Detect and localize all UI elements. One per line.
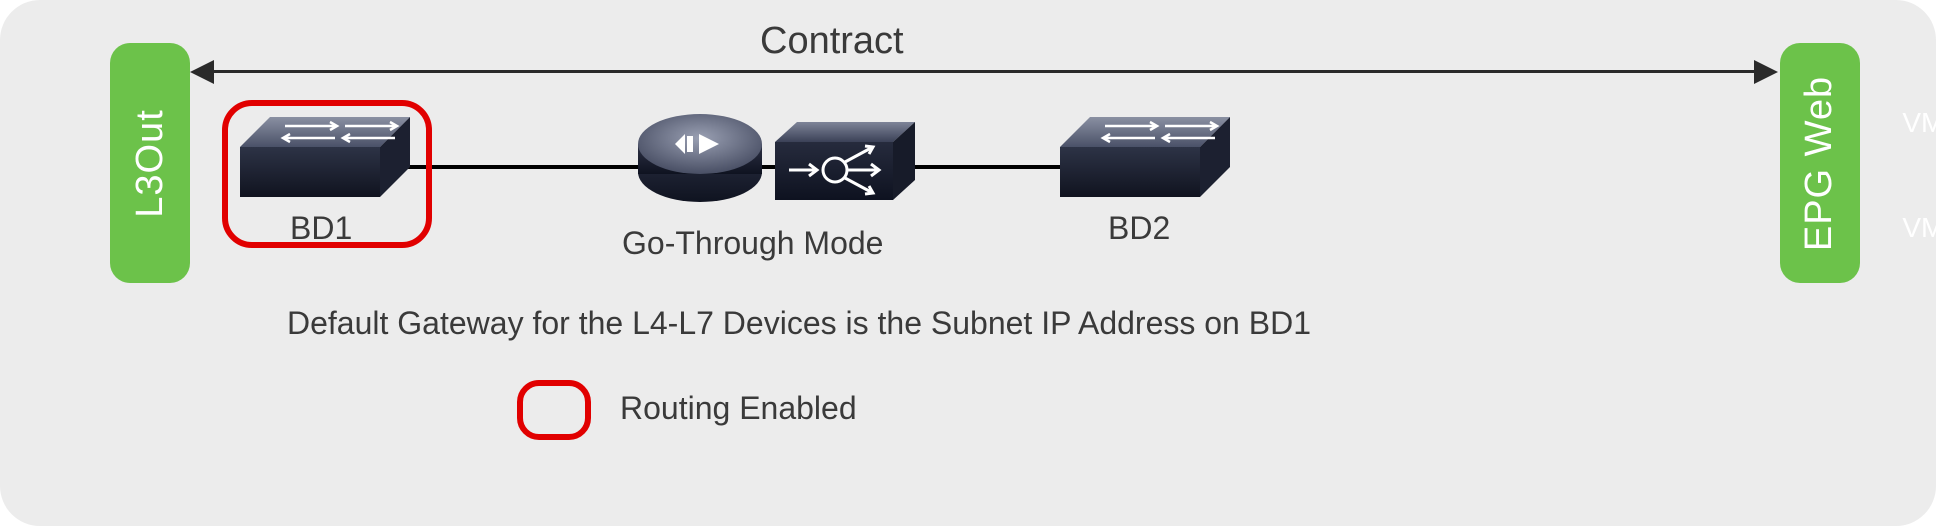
bd2-label: BD2 [1108, 210, 1170, 247]
contract-arrow-line [214, 70, 1754, 73]
l3out-block: L3Out [110, 43, 190, 283]
bd2-switch-icon [1060, 112, 1230, 197]
bd1-switch-icon [240, 112, 410, 197]
bd1-label: BD1 [290, 210, 352, 247]
diagram-canvas: Contract L3Out EPG Web VM 7 VM 8 [0, 0, 1936, 526]
legend-routing-label: Routing Enabled [620, 390, 857, 427]
caption-text: Default Gateway for the L4-L7 Devices is… [287, 305, 1311, 342]
arrow-right-icon [1754, 60, 1778, 84]
vm7-block: VM 7 [1880, 95, 1936, 150]
service-disk-icon [635, 112, 765, 212]
epg-web-block: EPG Web [1780, 43, 1860, 283]
l3out-label: L3Out [129, 109, 172, 218]
arrow-left-icon [190, 60, 214, 84]
vm8-block: VM 8 [1880, 200, 1936, 255]
legend-routing-icon [517, 380, 591, 440]
epg-web-label: EPG Web [1799, 75, 1842, 250]
vm8-label: VM 8 [1902, 212, 1936, 244]
service-block-icon [775, 120, 915, 215]
vm7-label: VM 7 [1902, 107, 1936, 139]
contract-label: Contract [760, 20, 904, 63]
mode-label: Go-Through Mode [622, 225, 883, 262]
